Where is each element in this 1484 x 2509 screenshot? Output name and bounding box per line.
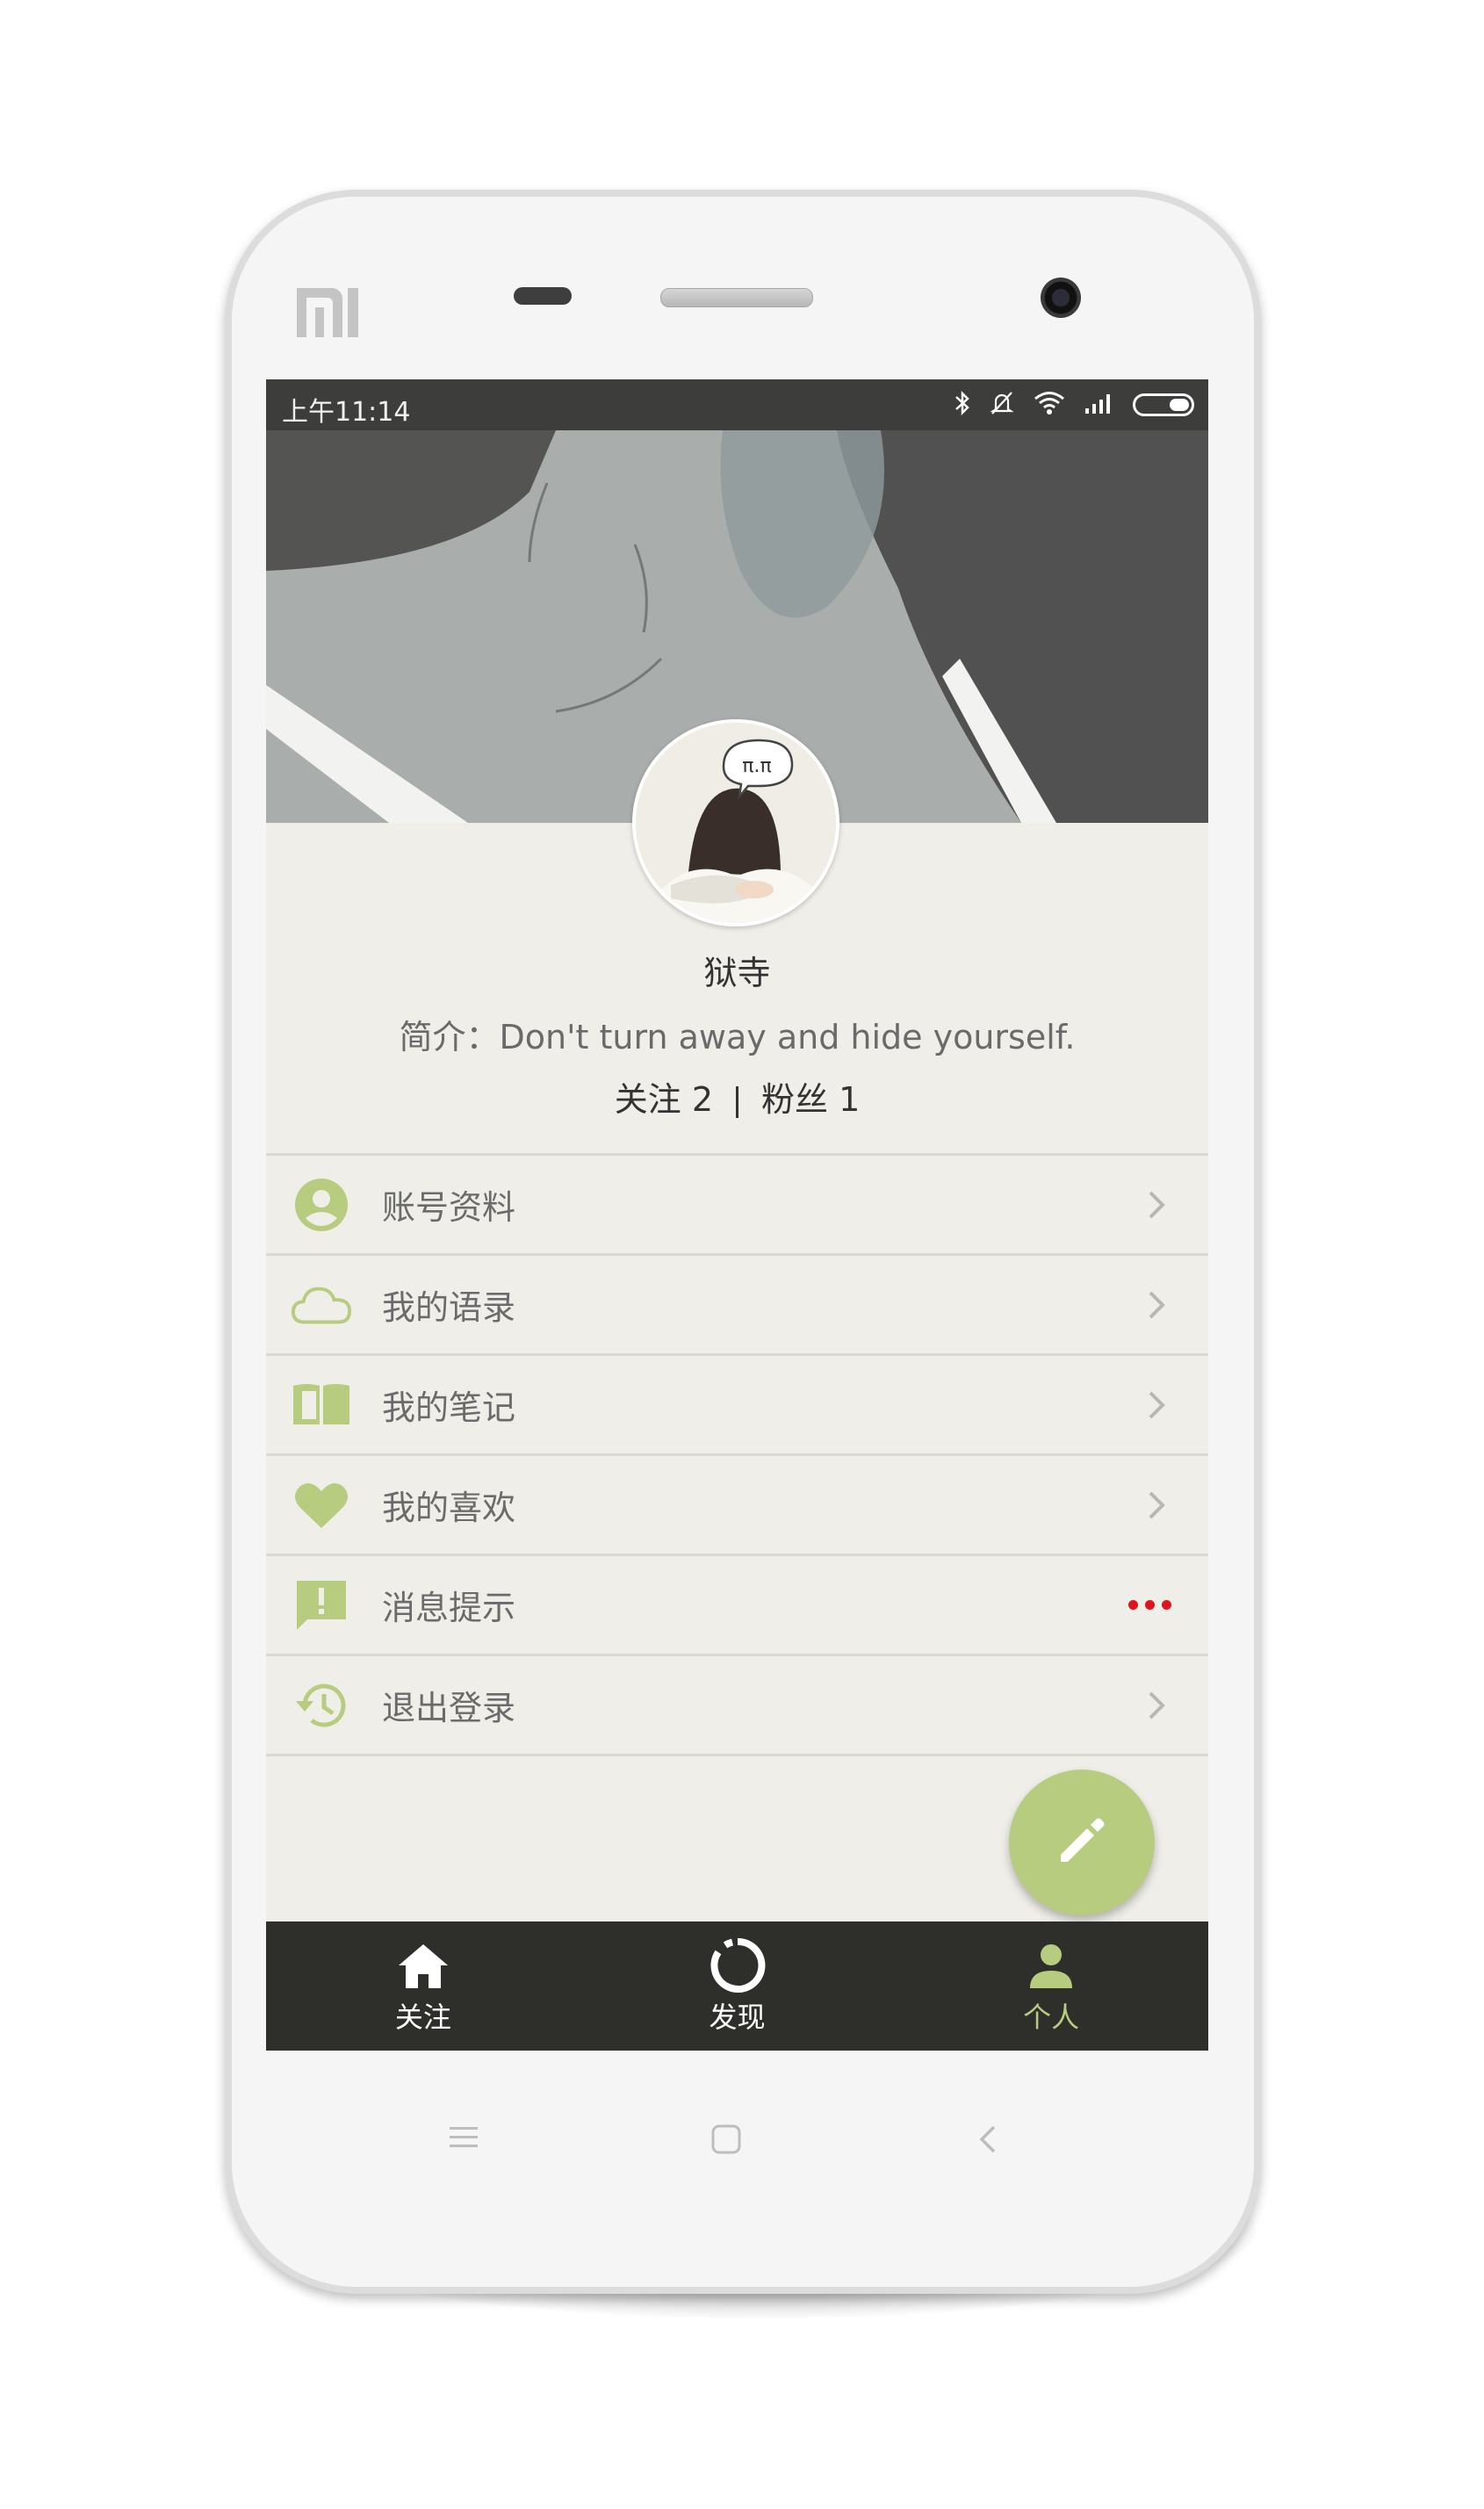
discover-ring-icon: [710, 1937, 766, 1994]
bottom-nav: 关注 发现 个人: [266, 1921, 1208, 2051]
menu-label: 我的语录: [382, 1288, 516, 1327]
profile-bio: 简介：Don't turn away and hide yourself.: [399, 1018, 1076, 1056]
menu-item-messages[interactable]: 消息提示: [266, 1554, 1208, 1654]
mute-bell-icon: [989, 390, 1015, 420]
back-key-icon[interactable]: [976, 2123, 998, 2159]
menu-item-logout[interactable]: 退出登录: [266, 1654, 1208, 1756]
pencil-icon: [1054, 1813, 1110, 1872]
message-alert-icon: [291, 1575, 352, 1636]
proximity-sensor: [514, 287, 572, 305]
svg-text:π.π: π.π: [742, 755, 771, 777]
menu-label: 消息提示: [382, 1589, 516, 1627]
tab-label: 关注: [394, 2000, 451, 2034]
earpiece-speaker: [660, 288, 813, 307]
status-bar: 上午11:14: [266, 379, 1208, 430]
app-screen: 上午11:14 π.π 狱寺 简介：Don't turn away and hi…: [266, 379, 1208, 2051]
status-icons: [954, 388, 1194, 422]
tab-profile[interactable]: 个人: [894, 1921, 1208, 2051]
following-count[interactable]: 关注 2: [615, 1080, 713, 1119]
chevron-right-icon: [1138, 1688, 1173, 1723]
home-icon: [395, 1937, 451, 1994]
profile-menu: 账号资料 我的语录 我的笔记 我的喜欢 消息提示 退出登录: [266, 1153, 1208, 1756]
chevron-right-icon: [1138, 1287, 1173, 1323]
menu-item-account[interactable]: 账号资料: [266, 1153, 1208, 1253]
history-icon: [291, 1675, 352, 1736]
menu-label: 我的喜欢: [382, 1489, 516, 1527]
front-camera: [1041, 278, 1081, 318]
menu-item-notes[interactable]: 我的笔记: [266, 1353, 1208, 1453]
tab-discover[interactable]: 发现: [580, 1921, 895, 2051]
book-icon: [291, 1374, 352, 1436]
tab-label: 发现: [709, 2000, 766, 2034]
chevron-right-icon: [1138, 1187, 1173, 1222]
chevron-right-icon: [1138, 1488, 1173, 1523]
menu-label: 退出登录: [382, 1689, 516, 1727]
compose-fab-button[interactable]: [1009, 1770, 1155, 1915]
status-time: 上午11:14: [282, 397, 411, 428]
profile-stats: 关注 2 粉丝 1: [266, 1072, 1208, 1121]
home-key-icon[interactable]: [710, 2123, 742, 2159]
wifi-icon: [1033, 390, 1066, 420]
tab-label: 个人: [1023, 2000, 1080, 2034]
heart-icon: [291, 1474, 352, 1536]
avatar[interactable]: π.π: [632, 719, 839, 926]
stats-divider: [736, 1085, 738, 1118]
bluetooth-icon: [954, 390, 971, 420]
menu-key-icon[interactable]: [448, 2123, 479, 2155]
chevron-right-icon: [1138, 1388, 1173, 1423]
signal-icon: [1084, 392, 1115, 418]
cloud-icon: [291, 1274, 352, 1336]
menu-label: 我的笔记: [382, 1388, 516, 1427]
followers-count[interactable]: 粉丝 1: [761, 1080, 860, 1119]
tab-follow[interactable]: 关注: [266, 1921, 580, 2051]
menu-label: 账号资料: [382, 1188, 516, 1227]
menu-item-quotes[interactable]: 我的语录: [266, 1253, 1208, 1353]
battery-icon: [1133, 393, 1194, 416]
person-icon: [1023, 1937, 1079, 1994]
menu-item-likes[interactable]: 我的喜欢: [266, 1453, 1208, 1554]
unread-dots-badge: [1128, 1600, 1171, 1610]
mi-logo: [297, 288, 376, 337]
account-circle-icon: [291, 1174, 352, 1236]
profile-name: 狱寺: [703, 954, 771, 992]
